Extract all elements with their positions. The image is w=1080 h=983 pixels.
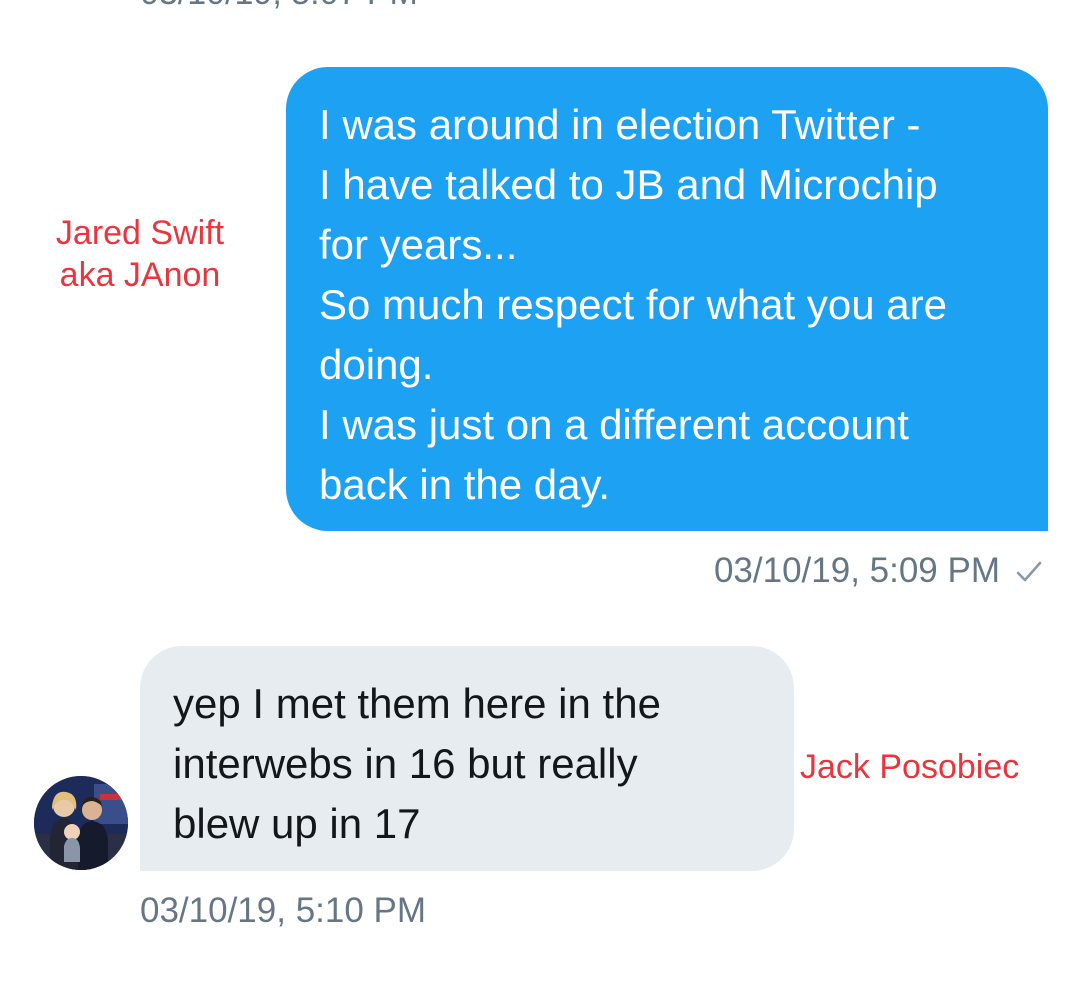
sent-message-line: back in the day.	[319, 461, 611, 508]
received-message-line: interwebs in 16 but really	[173, 740, 638, 787]
sent-message-meta: 03/10/19, 5:09 PM	[714, 548, 1044, 594]
annotation-recipient-label: Jack Posobiec	[800, 748, 1020, 786]
sender-avatar-icon[interactable]	[34, 776, 128, 870]
annotation-sender-label: Jared Swift aka JAnon	[30, 212, 250, 296]
sent-message-timestamp: 03/10/19, 5:09 PM	[713, 551, 1000, 590]
received-message-line: blew up in 17	[173, 800, 421, 847]
received-message-bubble[interactable]: yep I met them here in the interwebs in …	[140, 646, 794, 871]
sent-message-bubble[interactable]: I was around in election Twitter - I hav…	[286, 67, 1048, 531]
sent-message-line: for years...	[319, 221, 518, 268]
received-message-line: yep I met them here in the	[173, 680, 661, 727]
sent-message-line: I was just on a different account	[319, 401, 909, 448]
sent-message-line: So much respect for what you are	[319, 281, 947, 328]
annotation-sender-alias: aka JAnon	[59, 256, 221, 294]
previous-message-timestamp: 03/10/19, 5:07 PM	[140, 0, 418, 13]
annotation-sender-name: Jared Swift	[55, 214, 225, 252]
sent-message-line: I have talked to JB and Microchip	[319, 161, 938, 208]
checkmark-icon	[1014, 556, 1044, 586]
received-message-timestamp: 03/10/19, 5:10 PM	[140, 891, 427, 930]
sent-message-line: I was around in election Twitter -	[319, 101, 921, 148]
sent-message-line: doing.	[319, 341, 434, 388]
